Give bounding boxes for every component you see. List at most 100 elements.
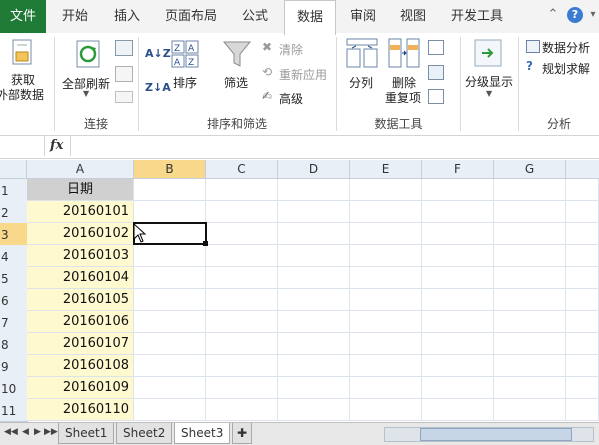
select-all-corner[interactable] [0,160,27,179]
tab-review[interactable]: 审阅 [340,0,386,33]
grid-cell[interactable] [278,179,350,201]
grid-cell[interactable] [278,377,350,399]
grid-cell[interactable] [278,245,350,267]
grid-cell[interactable] [422,311,494,333]
horizontal-scroll-thumb[interactable] [420,428,572,441]
grid-cell[interactable] [350,399,422,421]
row-header-3[interactable]: 3 [0,223,28,246]
column-header-g[interactable]: G [494,160,566,179]
next-sheet-icon[interactable]: ▶ [34,427,41,437]
edit-links-icon[interactable] [115,91,133,103]
data-validation-icon[interactable] [428,40,444,55]
chevron-down-icon[interactable]: ▾ [585,7,599,23]
grid-cell[interactable] [206,333,278,355]
row-header-10[interactable]: 10 [0,377,28,400]
grid-cell[interactable] [566,267,599,289]
grid-cell[interactable] [134,245,206,267]
grid-cell[interactable] [206,289,278,311]
grid-cell[interactable] [494,377,566,399]
grid-cell[interactable] [206,201,278,223]
grid-cell[interactable] [278,223,350,245]
grid-cell[interactable] [566,399,599,421]
row-header-8[interactable]: 8 [0,333,28,356]
row-header-2[interactable]: 2 [0,201,28,224]
date-cell[interactable]: 20160109 [27,377,134,399]
grid-cell[interactable] [494,399,566,421]
formula-input[interactable] [70,136,599,156]
grid-cell[interactable] [278,267,350,289]
grid-cell[interactable] [278,311,350,333]
grid-cell[interactable] [350,355,422,377]
grid-cell[interactable] [494,267,566,289]
grid-cell[interactable] [422,333,494,355]
grid-cell[interactable] [134,311,206,333]
grid-cell[interactable] [350,201,422,223]
grid-cell[interactable] [422,267,494,289]
grid-cell[interactable] [206,267,278,289]
grid-cell[interactable] [422,201,494,223]
date-cell[interactable]: 20160108 [27,355,134,377]
grid-cell[interactable] [350,333,422,355]
header-cell-date[interactable]: 日期 [27,179,134,201]
date-cell[interactable]: 20160105 [27,289,134,311]
insert-function-icon[interactable]: fx [50,138,63,153]
grid-cell[interactable] [494,201,566,223]
grid-cell[interactable] [566,223,599,245]
grid-cell[interactable] [134,201,206,223]
column-header-a[interactable]: A [27,160,134,179]
grid-cell[interactable] [350,289,422,311]
tab-data[interactable]: 数据 [284,0,336,35]
grid-cell[interactable] [206,179,278,201]
grid-cell[interactable] [278,355,350,377]
date-cell[interactable]: 20160102 [27,223,134,245]
what-if-analysis-icon[interactable] [428,89,444,104]
sheet-tab-sheet3[interactable]: Sheet3 [174,423,231,444]
grid-cell[interactable] [422,289,494,311]
column-header-c[interactable]: C [206,160,278,179]
grid-cell[interactable] [422,399,494,421]
grid-cell[interactable] [494,245,566,267]
date-cell[interactable]: 20160103 [27,245,134,267]
grid-cell[interactable] [206,377,278,399]
grid-cell[interactable] [278,289,350,311]
grid-cell[interactable] [134,355,206,377]
tab-page-layout[interactable]: 页面布局 [156,0,226,33]
grid-cell[interactable] [278,399,350,421]
insert-sheet-icon[interactable]: ✚ [232,423,253,444]
connections-icon[interactable] [115,40,133,56]
grid-cell[interactable] [278,333,350,355]
grid-cell[interactable] [350,245,422,267]
grid-cell[interactable] [566,333,599,355]
grid-cell[interactable] [350,377,422,399]
last-sheet-icon[interactable]: ▶▶ [44,427,58,437]
grid-cell[interactable] [566,245,599,267]
tab-view[interactable]: 视图 [390,0,436,33]
grid-cell[interactable] [350,267,422,289]
help-icon[interactable]: ? [567,7,583,23]
grid-cell[interactable] [134,289,206,311]
grid-cell[interactable] [206,311,278,333]
row-header-1[interactable]: 1 [0,179,28,202]
properties-icon[interactable] [115,66,133,82]
grid-cell[interactable] [134,267,206,289]
grid-cell[interactable] [494,311,566,333]
grid-cell[interactable] [566,355,599,377]
grid-cell[interactable] [134,333,206,355]
grid-cell[interactable] [206,355,278,377]
tab-insert[interactable]: 插入 [104,0,150,33]
date-cell[interactable]: 20160101 [27,201,134,223]
grid-cell[interactable] [566,289,599,311]
column-header-e[interactable]: E [350,160,422,179]
fill-handle[interactable] [203,241,208,246]
row-header-7[interactable]: 7 [0,311,28,334]
grid-cell[interactable] [422,179,494,201]
grid-cell[interactable] [350,311,422,333]
prev-sheet-icon[interactable]: ◀ [22,427,29,437]
grid-cell[interactable] [494,355,566,377]
grid-cell[interactable] [422,223,494,245]
column-header-f[interactable]: F [422,160,494,179]
grid-cell[interactable] [494,223,566,245]
grid-cell[interactable] [494,179,566,201]
sheet-tab-sheet2[interactable]: Sheet2 [116,423,173,444]
grid-cell[interactable] [422,377,494,399]
